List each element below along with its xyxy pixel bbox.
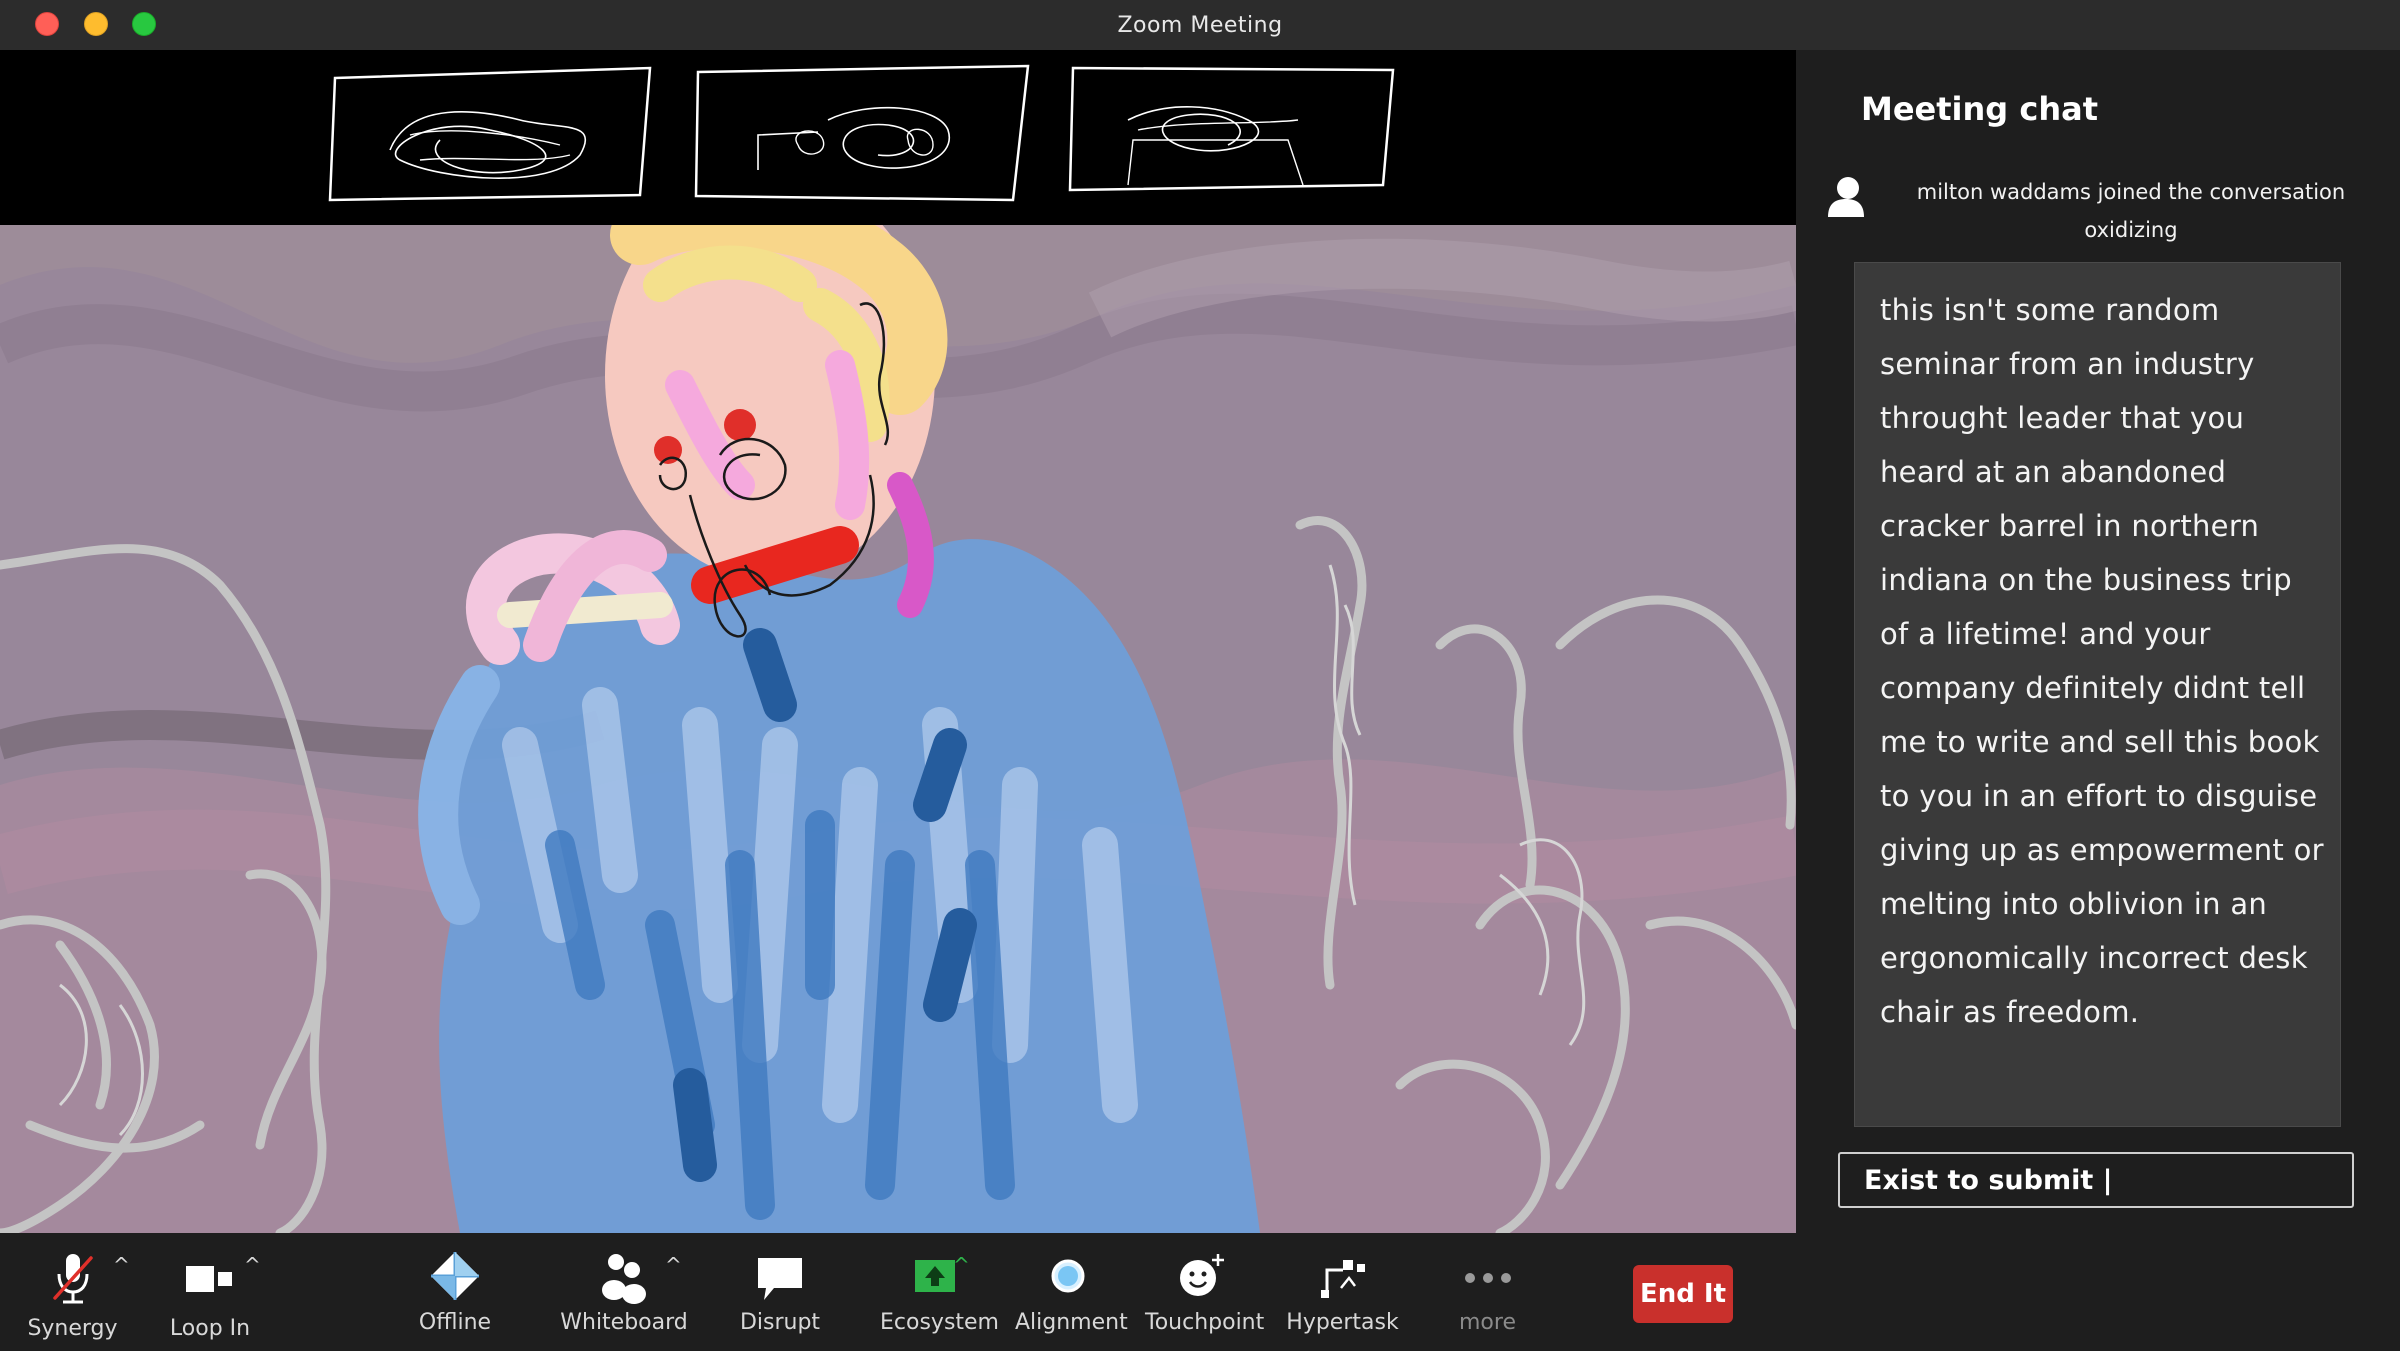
join-notification: milton waddams joined the conversation o… bbox=[1826, 165, 2386, 255]
join-line-name: milton waddams joined the conversation bbox=[1916, 180, 2346, 204]
disrupt-label: Disrupt bbox=[739, 1310, 821, 1335]
hypertask-label: Hypertask bbox=[1286, 1310, 1399, 1335]
scribble-thumbnail-drawing bbox=[1068, 66, 1395, 192]
touchpoint-label: Touchpoint bbox=[1145, 1310, 1265, 1335]
chat-input-box[interactable] bbox=[1838, 1152, 2354, 1208]
chat-message-text: this isn't some random seminar from an i… bbox=[1880, 293, 2324, 1029]
chat-title: Meeting chat bbox=[1861, 90, 2098, 128]
offline-button[interactable]: Offline bbox=[405, 1233, 505, 1351]
scribble-thumbnail-drawing bbox=[694, 64, 1030, 202]
title-bar: Zoom Meeting bbox=[0, 0, 2400, 50]
end-meeting-button[interactable]: End It bbox=[1633, 1265, 1733, 1323]
alignment-button[interactable]: Alignment bbox=[1015, 1233, 1128, 1351]
whiteboard-button[interactable]: Whiteboard bbox=[560, 1233, 688, 1351]
alignment-label: Alignment bbox=[1015, 1310, 1128, 1335]
chat-message: this isn't some random seminar from an i… bbox=[1854, 262, 2341, 1127]
main-video-feed bbox=[0, 225, 1796, 1233]
ecosystem-options-caret[interactable]: ^ bbox=[953, 1253, 970, 1277]
ecosystem-label: Ecosystem bbox=[880, 1310, 999, 1335]
join-line-status: oxidizing bbox=[2084, 218, 2178, 242]
speech-bubble-icon bbox=[758, 1258, 802, 1300]
more-label: more bbox=[1459, 1310, 1516, 1335]
participant-thumbnail[interactable] bbox=[688, 60, 1033, 205]
chat-panel: Meeting chat milton waddams joined the c… bbox=[1796, 50, 2400, 1233]
painted-speaker-illustration bbox=[0, 225, 1796, 1233]
video-area bbox=[0, 50, 1796, 1233]
whiteboard-label: Whiteboard bbox=[560, 1310, 688, 1335]
loop-in-button[interactable]: Loop In bbox=[160, 1233, 260, 1351]
offline-label: Offline bbox=[418, 1310, 492, 1335]
participant-thumbnail[interactable] bbox=[1058, 60, 1403, 205]
disrupt-button[interactable]: Disrupt bbox=[730, 1233, 830, 1351]
window-title: Zoom Meeting bbox=[1117, 13, 1283, 38]
muted-microphone-icon bbox=[52, 1254, 93, 1304]
circle-icon bbox=[1051, 1259, 1084, 1293]
video-camera-icon bbox=[186, 1266, 232, 1292]
whiteboard-options-caret[interactable]: ^ bbox=[665, 1253, 682, 1277]
meeting-toolbar: Synergy ^ Loop In ^ Offline Whiteboard ^ bbox=[0, 1233, 2400, 1351]
user-avatar-icon bbox=[1828, 177, 1864, 217]
reaction-icon bbox=[1180, 1254, 1224, 1296]
hypertask-button[interactable]: Hypertask bbox=[1285, 1233, 1400, 1351]
more-button[interactable]: more bbox=[1440, 1233, 1535, 1351]
diamond-icon bbox=[431, 1252, 479, 1300]
chat-input[interactable] bbox=[1840, 1154, 2352, 1206]
synergy-options-caret[interactable]: ^ bbox=[113, 1253, 130, 1277]
participant-thumbnail[interactable] bbox=[320, 60, 665, 205]
synergy-label: Synergy bbox=[27, 1316, 118, 1341]
synergy-button[interactable]: Synergy bbox=[20, 1233, 125, 1351]
participants-icon bbox=[602, 1254, 646, 1304]
touchpoint-button[interactable]: Touchpoint bbox=[1145, 1233, 1265, 1351]
join-message: milton waddams joined the conversation o… bbox=[1886, 173, 2376, 249]
loop-in-label: Loop In bbox=[169, 1316, 251, 1341]
ecosystem-button[interactable]: Ecosystem bbox=[880, 1233, 999, 1351]
participant-thumbnail-strip bbox=[0, 50, 1796, 225]
apps-icon bbox=[1320, 1260, 1365, 1298]
loop-in-options-caret[interactable]: ^ bbox=[244, 1253, 261, 1277]
more-dots-icon bbox=[1464, 1273, 1511, 1283]
scribble-thumbnail-drawing bbox=[328, 66, 652, 202]
